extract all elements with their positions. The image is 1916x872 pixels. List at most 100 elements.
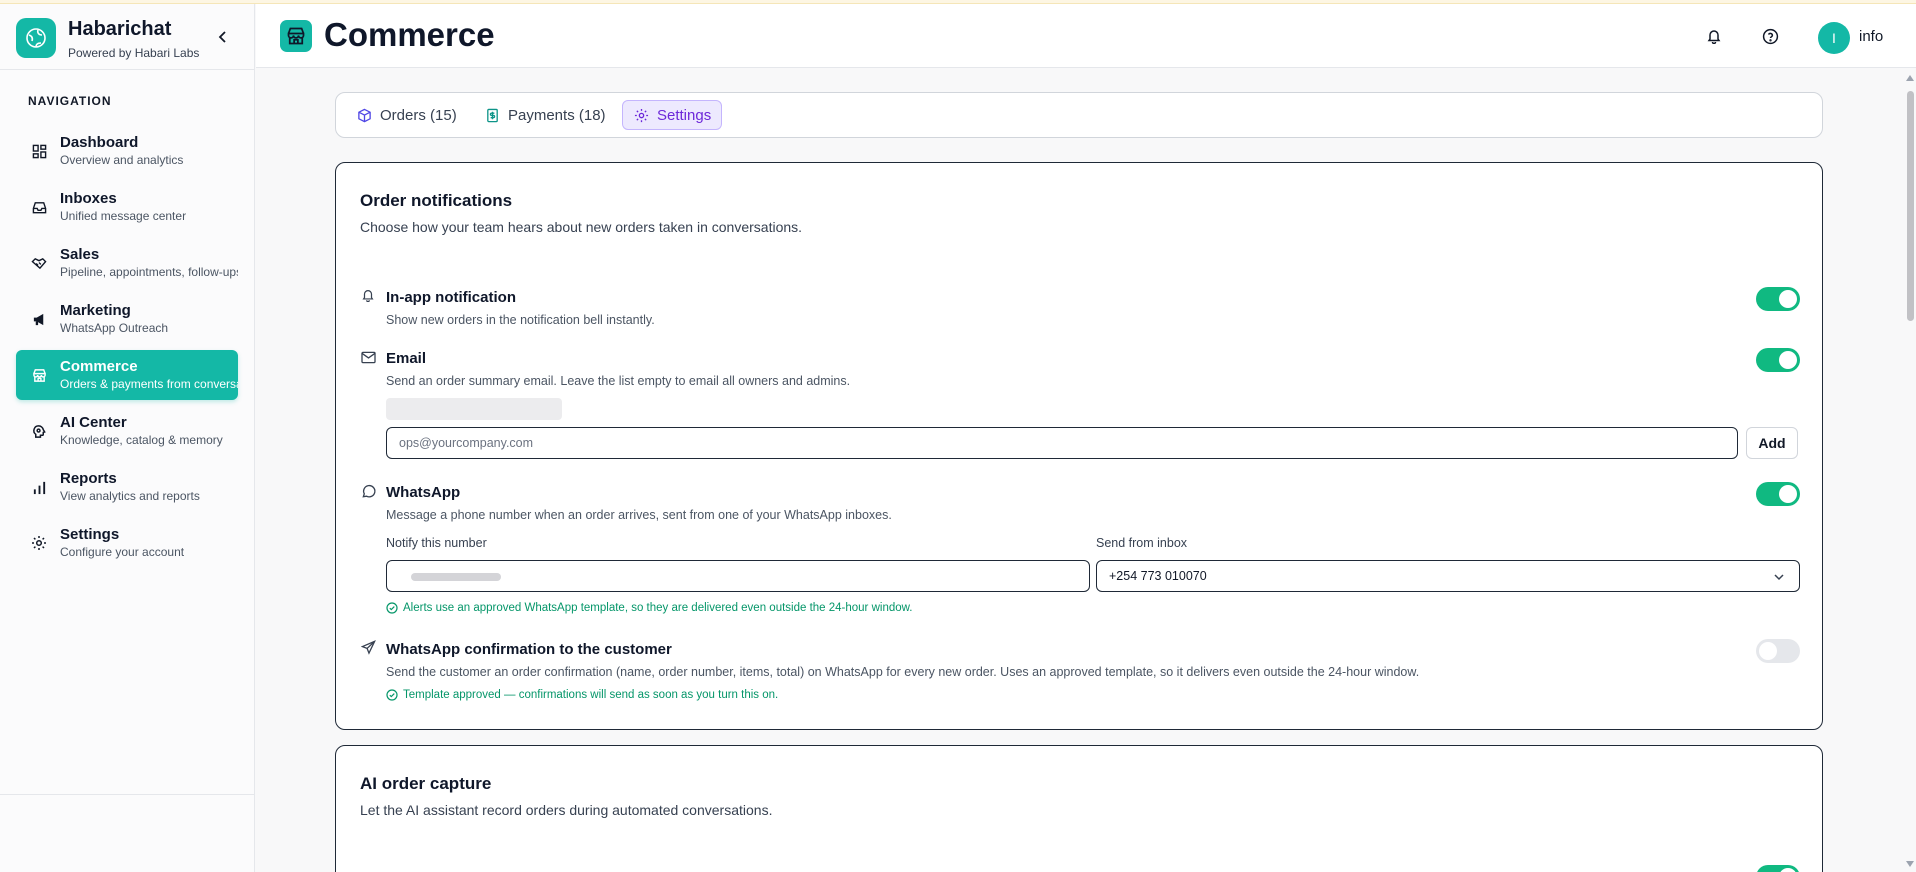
- package-icon: [356, 107, 372, 123]
- main-content: Orders (15) Payments (18) Settings Order…: [256, 69, 1900, 872]
- ai-brain-icon: [30, 422, 48, 440]
- confirmation-template-note: Template approved — confirmations will s…: [386, 689, 778, 701]
- store-icon: [30, 366, 48, 384]
- send-from-inbox-label: Send from inbox: [1096, 536, 1188, 550]
- section-title: Order notifications: [360, 191, 513, 210]
- sidebar-item-ai-center[interactable]: AI Center Knowledge, catalog & memory: [16, 406, 238, 456]
- store-icon: [280, 20, 312, 52]
- scroll-up-arrow-icon[interactable]: [1906, 75, 1914, 81]
- collapse-sidebar-button[interactable]: [214, 28, 232, 46]
- dashboard-icon: [30, 142, 48, 160]
- in-app-toggle[interactable]: [1756, 287, 1800, 311]
- sidebar-item-settings[interactable]: Settings Configure your account: [16, 518, 238, 568]
- email-description: Send an order summary email. Leave the l…: [386, 374, 851, 388]
- notify-number-label: Notify this number: [386, 536, 487, 550]
- sidebar-item-commerce[interactable]: Commerce Orders & payments from conversa…: [16, 350, 238, 400]
- receipt-icon: [484, 107, 500, 123]
- section-description: Let the AI assistant record orders durin…: [360, 802, 773, 818]
- gear-icon: [633, 107, 649, 123]
- mail-icon: [360, 349, 376, 365]
- chevron-down-icon: [1774, 574, 1784, 581]
- bell-icon: [1707, 30, 1721, 44]
- sidebar-item-subtitle: Orders & payments from conversations: [60, 377, 238, 391]
- email-input[interactable]: [386, 427, 1738, 459]
- sidebar-nav: Dashboard Overview and analytics Inboxes…: [16, 126, 238, 574]
- confirmation-toggle[interactable]: [1756, 639, 1800, 663]
- phone-number-redacted: [411, 573, 501, 581]
- sidebar-item-label: Dashboard: [60, 134, 139, 151]
- notifications-button[interactable]: [1704, 26, 1724, 46]
- whatsapp-title: WhatsApp: [386, 484, 461, 501]
- sidebar-item-marketing[interactable]: Marketing WhatsApp Outreach: [16, 294, 238, 344]
- add-email-button[interactable]: Add: [1746, 427, 1798, 459]
- sidebar-item-label: Commerce: [60, 358, 138, 375]
- ai-capture-toggle[interactable]: [1756, 865, 1800, 872]
- tab-settings[interactable]: Settings: [622, 100, 723, 130]
- brand-subtitle: Powered by Habari Labs: [68, 46, 200, 60]
- tab-payments[interactable]: Payments (18): [474, 100, 616, 130]
- note-text: Alerts use an approved WhatsApp template…: [403, 602, 913, 614]
- sidebar: Habarichat Powered by Habari Labs NAVIGA…: [0, 4, 255, 872]
- selected-inbox: +254 773 010070: [1109, 569, 1207, 583]
- ai-order-capture-card: AI order capture Let the AI assistant re…: [335, 745, 1823, 872]
- tab-label: Settings: [657, 106, 712, 124]
- send-icon: [360, 639, 376, 655]
- page-header: Commerce I info: [256, 4, 1916, 68]
- sidebar-item-label: Reports: [60, 470, 117, 487]
- confirmation-description: Send the customer an order confirmation …: [386, 665, 1420, 679]
- sidebar-item-subtitle: Unified message center: [60, 209, 187, 223]
- sidebar-item-label: Inboxes: [60, 190, 117, 207]
- tab-orders[interactable]: Orders (15): [346, 100, 467, 130]
- sidebar-divider: [0, 794, 254, 795]
- email-toggle[interactable]: [1756, 348, 1800, 372]
- section-description: Choose how your team hears about new ord…: [360, 219, 803, 235]
- sidebar-item-subtitle: WhatsApp Outreach: [60, 321, 169, 335]
- in-app-description: Show new orders in the notification bell…: [386, 313, 655, 327]
- help-circle-icon: [1762, 28, 1778, 44]
- check-circle-icon: [386, 602, 398, 614]
- sidebar-item-label: Sales: [60, 246, 100, 263]
- commerce-tabs: Orders (15) Payments (18) Settings: [335, 92, 1823, 138]
- email-recipient-chip-redacted: [386, 398, 562, 420]
- sidebar-item-inboxes[interactable]: Inboxes Unified message center: [16, 182, 238, 232]
- whatsapp-template-note: Alerts use an approved WhatsApp template…: [386, 602, 913, 614]
- notify-number-input[interactable]: [386, 560, 1090, 592]
- email-title: Email: [386, 350, 427, 367]
- sidebar-item-dashboard[interactable]: Dashboard Overview and analytics: [16, 126, 238, 176]
- sidebar-item-subtitle: View analytics and reports: [60, 489, 200, 503]
- page-title: Commerce: [324, 16, 495, 53]
- sidebar-item-reports[interactable]: Reports View analytics and reports: [16, 462, 238, 512]
- bar-chart-icon: [30, 478, 48, 496]
- user-name[interactable]: info: [1859, 28, 1883, 45]
- in-app-title: In-app notification: [386, 289, 516, 306]
- globe-logo-icon: [16, 18, 56, 58]
- check-circle-icon: [386, 689, 398, 701]
- sidebar-item-subtitle: Configure your account: [60, 545, 185, 559]
- sidebar-item-label: Marketing: [60, 302, 131, 319]
- sidebar-item-label: AI Center: [60, 414, 127, 431]
- sidebar-item-sales[interactable]: Sales Pipeline, appointments, follow-ups: [16, 238, 238, 288]
- tab-label: Orders (15): [380, 106, 457, 124]
- help-button[interactable]: [1760, 26, 1780, 46]
- whatsapp-toggle[interactable]: [1756, 482, 1800, 506]
- brand-header: Habarichat Powered by Habari Labs: [0, 4, 254, 70]
- scroll-down-arrow-icon[interactable]: [1906, 861, 1914, 867]
- note-text: Template approved — confirmations will s…: [403, 689, 779, 701]
- megaphone-icon: [30, 310, 48, 328]
- user-avatar[interactable]: I: [1818, 22, 1850, 54]
- gear-icon: [30, 534, 48, 552]
- sidebar-item-subtitle: Overview and analytics: [60, 153, 184, 167]
- sidebar-item-subtitle: Knowledge, catalog & memory: [60, 433, 223, 447]
- confirmation-title: WhatsApp confirmation to the customer: [386, 641, 672, 658]
- bell-icon: [360, 287, 376, 303]
- inbox-icon: [30, 198, 48, 216]
- page-scrollbar[interactable]: [1904, 69, 1916, 872]
- order-notifications-card: Order notifications Choose how your team…: [335, 162, 1823, 730]
- section-title: AI order capture: [360, 774, 492, 793]
- chevron-left-icon: [218, 31, 226, 43]
- send-from-inbox-select[interactable]: +254 773 010070: [1096, 560, 1800, 592]
- scrollbar-thumb[interactable]: [1907, 91, 1914, 321]
- tab-label: Payments (18): [508, 106, 606, 124]
- handshake-icon: [30, 254, 48, 272]
- whatsapp-description: Message a phone number when an order arr…: [386, 508, 892, 522]
